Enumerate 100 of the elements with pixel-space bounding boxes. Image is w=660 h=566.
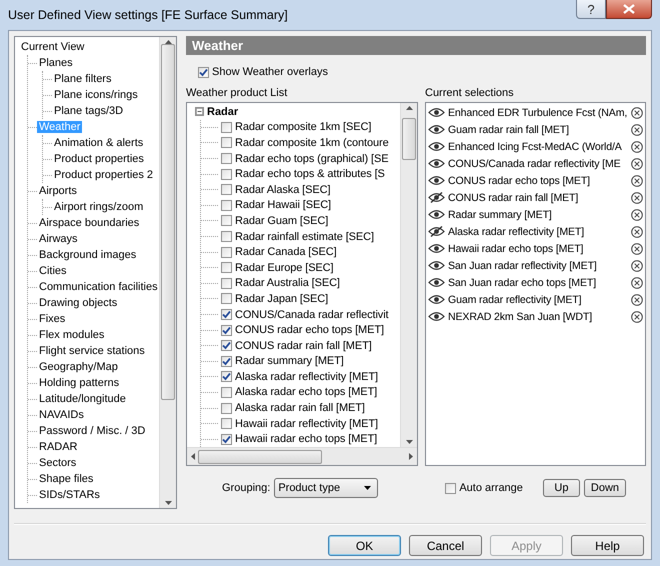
scroll-thumb[interactable] [161,44,175,400]
tree-item[interactable]: RADAR [37,441,80,453]
grouping-dropdown[interactable]: Product type [274,478,378,498]
checkbox[interactable] [221,324,232,336]
crossed-eye-icon[interactable] [428,192,445,203]
remove-icon[interactable] [631,174,643,186]
scroll-down-icon[interactable] [406,440,412,444]
tree-item[interactable]: Geography/Map [37,361,120,373]
product-label[interactable]: Alaska radar echo tops [MET] [235,386,378,398]
tree-item[interactable]: Product properties [52,153,146,165]
horizontal-scrollbar[interactable] [187,447,417,465]
remove-icon[interactable] [631,208,643,220]
tree-item[interactable]: Planes [37,57,75,69]
product-label[interactable]: Radar echo tops & attributes [S [235,168,385,180]
product-label[interactable]: CONUS/Canada radar reflectivit [235,308,389,321]
selection-label[interactable]: Guam radar reflectivity [MET] [448,294,628,306]
tree-item[interactable]: Holding patterns [37,377,122,389]
product-label[interactable]: Hawaii radar echo tops [MET] [235,433,378,446]
eye-icon[interactable] [428,260,445,271]
selection-label[interactable]: Enhanced EDR Turbulence Fcst (NAm, [448,106,628,118]
tree-item[interactable]: Plane filters [52,73,114,85]
tree-item[interactable]: Communication facilities [37,281,159,293]
product-label[interactable]: Radar rainfall estimate [SEC] [235,230,374,243]
product-label[interactable]: Radar composite 1km (contoure [235,136,389,149]
product-label[interactable]: Radar Alaska [SEC] [235,184,330,196]
selection-label[interactable]: NEXRAD 2km San Juan [WDT] [448,310,628,322]
tree-item[interactable]: Plane tags/3D [52,105,126,117]
checkbox[interactable] [198,66,209,78]
product-label[interactable]: Alaska radar rain fall [MET] [235,402,365,414]
checkbox[interactable] [221,278,232,289]
eye-icon[interactable] [428,124,445,135]
remove-icon[interactable] [631,310,643,322]
selection-label[interactable]: CONUS radar rain fall [MET] [448,192,628,204]
remove-icon[interactable] [631,140,643,152]
tree-item[interactable]: Animation & alerts [52,137,146,149]
remove-icon[interactable] [631,260,643,272]
product-label[interactable]: Alaska radar reflectivity [MET] [235,370,378,383]
tree-item[interactable]: Sectors [37,457,78,469]
checkbox[interactable] [221,340,232,352]
down-button[interactable]: Down [584,479,626,497]
product-label[interactable]: Radar Japan [SEC] [235,292,328,305]
checkbox[interactable] [221,402,232,414]
tree-item[interactable]: Background images [37,249,138,261]
checkbox[interactable] [221,168,232,180]
tree-item[interactable]: Plane icons/rings [52,89,140,101]
scroll-right-icon[interactable] [409,453,413,460]
help-button[interactable]: ? [576,0,606,19]
dialog-button[interactable]: Cancel [409,535,482,556]
tree-item[interactable]: Shape files [37,473,96,485]
product-label[interactable]: Radar summary [MET] [235,355,344,368]
checkbox[interactable] [221,371,232,382]
remove-icon[interactable] [631,242,643,254]
selection-label[interactable]: Guam radar rain fall [MET] [448,124,628,136]
remove-icon[interactable] [631,226,643,238]
checkbox[interactable] [221,231,232,242]
checkbox[interactable] [221,184,232,196]
tree-item[interactable]: Airspace boundaries [37,217,142,229]
scrollbar[interactable] [159,37,176,508]
selection-label[interactable]: CONUS radar echo tops [MET] [448,174,628,186]
remove-icon[interactable] [631,276,643,288]
selection-label[interactable]: Enhanced Icing Fcst-MedAC (World/A [448,140,628,152]
selection-label[interactable]: Alaska radar reflectivity [MET] [448,226,628,238]
eye-icon[interactable] [428,294,445,305]
product-label[interactable]: CONUS radar rain fall [MET] [235,340,372,352]
tree-item[interactable]: Cities [37,265,69,277]
eye-icon[interactable] [428,107,445,118]
tree-item[interactable]: Product properties 2 [52,169,156,181]
checkbox[interactable] [221,153,232,164]
product-label[interactable]: Radar Australia [SEC] [235,277,340,290]
collapse-icon[interactable] [195,107,204,116]
eye-icon[interactable] [428,141,445,152]
selection-label[interactable]: San Juan radar echo tops [MET] [448,276,628,288]
product-label[interactable]: Radar Europe [SEC] [235,262,334,274]
product-label[interactable]: Radar composite 1km [SEC] [235,121,372,134]
product-label[interactable]: Radar Hawaii [SEC] [235,199,332,212]
checkbox[interactable] [221,262,232,274]
scroll-thumb[interactable] [402,118,416,160]
tree-item[interactable]: Password / Misc. / 3D [37,425,148,437]
tree-item[interactable]: Fixes [37,313,68,325]
eye-icon[interactable] [428,311,445,322]
scroll-left-icon[interactable] [191,453,195,460]
checkbox[interactable] [221,386,232,398]
tree-item[interactable]: Latitude/longitude [37,393,128,405]
checkbox[interactable] [221,309,232,320]
remove-icon[interactable] [631,124,643,136]
tree-item[interactable]: Airports [37,185,79,197]
checkbox[interactable] [221,246,232,258]
tree-item[interactable]: Drawing objects [37,297,120,309]
checkbox[interactable] [221,434,232,445]
selection-label[interactable]: Radar summary [MET] [448,208,628,220]
remove-icon[interactable] [631,158,643,170]
eye-icon[interactable] [428,277,445,288]
tree-item[interactable]: NAVAIDs [37,409,86,421]
eye-icon[interactable] [428,209,445,220]
checkbox[interactable] [445,482,456,494]
product-label[interactable]: Radar Guam [SEC] [235,214,328,227]
scroll-down-icon[interactable] [164,501,172,505]
eye-icon[interactable] [428,175,445,186]
checkbox[interactable] [221,293,232,304]
dialog-button[interactable]: OK [328,535,401,556]
